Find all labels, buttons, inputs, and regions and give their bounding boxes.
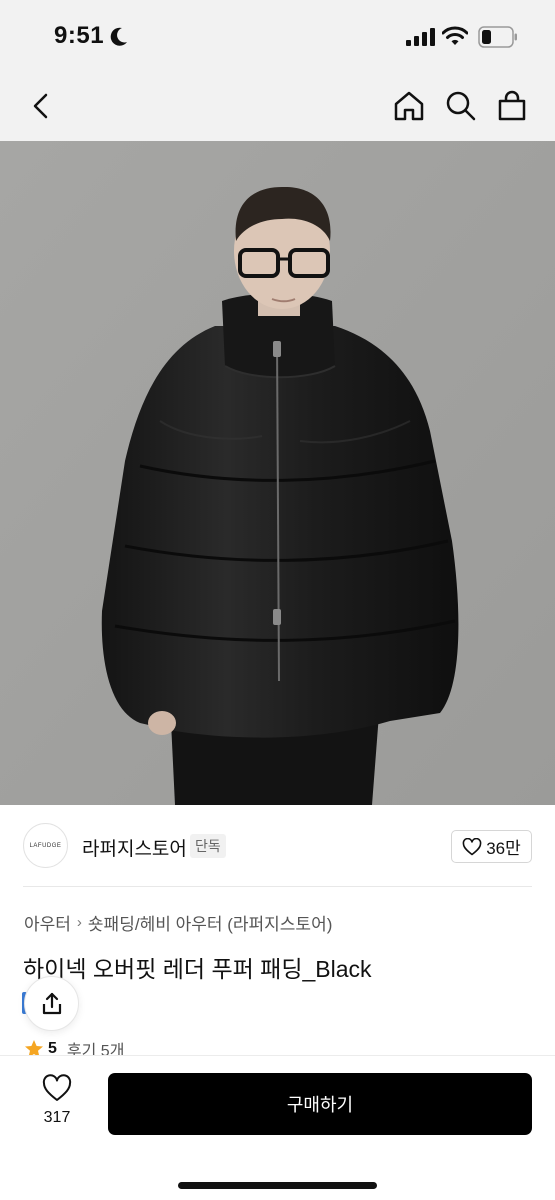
share-icon [42,992,61,1014]
store-row[interactable]: LAFUDGE 라퍼지스토어 단독 36만 [0,818,555,878]
store-like-count: 36만 [486,839,521,858]
wish-count: 317 [43,1109,71,1126]
status-time: 9:51 [54,22,105,49]
breadcrumb: 아우터 › 숏패딩/헤비 아우터 (라퍼지스토어) [24,910,332,935]
bottom-action-bar: 317 구매하기 [0,1055,555,1200]
breadcrumb-subcategory[interactable]: 숏패딩/헤비 아우터 (라퍼지스토어) [88,910,332,935]
store-logo[interactable]: LAFUDGE [23,823,68,868]
wifi-icon [442,26,468,45]
home-indicator [178,1182,377,1189]
store-logo-text: LAFUDGE [29,842,62,849]
heart-icon [42,1074,72,1101]
product-detail-page: 9:51 LAFUDGE 라퍼지스토어 단독 36만 아우터 › 숏패딩/헤비 … [0,0,555,1200]
buy-button[interactable]: 구매하기 [108,1073,532,1135]
exclusive-badge: 단독 [190,834,226,858]
home-icon[interactable] [391,88,427,124]
store-name[interactable]: 라퍼지스토어 [82,834,187,861]
share-button[interactable] [24,976,79,1031]
search-icon[interactable] [443,88,479,124]
divider [23,886,532,887]
nav-bar [0,75,555,141]
product-title: 하이넥 오버핏 레더 푸퍼 패딩_Black [23,956,372,982]
wishlist-button[interactable]: 317 [24,1074,90,1144]
status-bar: 9:51 [0,0,555,75]
breadcrumb-category[interactable]: 아우터 [24,910,71,935]
chevron-right-icon: › [76,913,82,931]
product-photo [0,141,555,805]
bag-icon[interactable] [494,88,530,124]
battery-icon [478,26,517,48]
heart-icon [462,837,482,855]
moon-icon [110,27,127,46]
store-like-button[interactable]: 36만 [451,830,532,863]
product-image[interactable] [0,141,555,805]
back-icon[interactable] [24,88,60,124]
signal-icon [406,28,435,46]
